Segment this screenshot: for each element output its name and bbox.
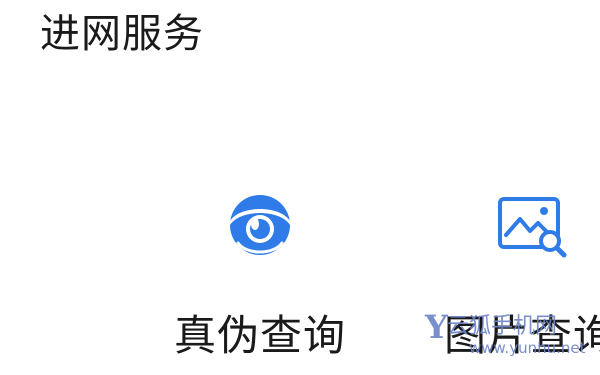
eye-shield-icon (230, 195, 290, 255)
image-search-tile[interactable]: 图片查询 (410, 185, 600, 375)
image-search-label: 图片查询 (444, 311, 600, 360)
image-search-icon (498, 197, 567, 258)
authenticity-check-tile[interactable]: 真伪查询 (140, 185, 380, 375)
authenticity-check-label: 真伪查询 (174, 311, 347, 360)
service-grid: 真伪查询 图片查询 (0, 0, 600, 375)
